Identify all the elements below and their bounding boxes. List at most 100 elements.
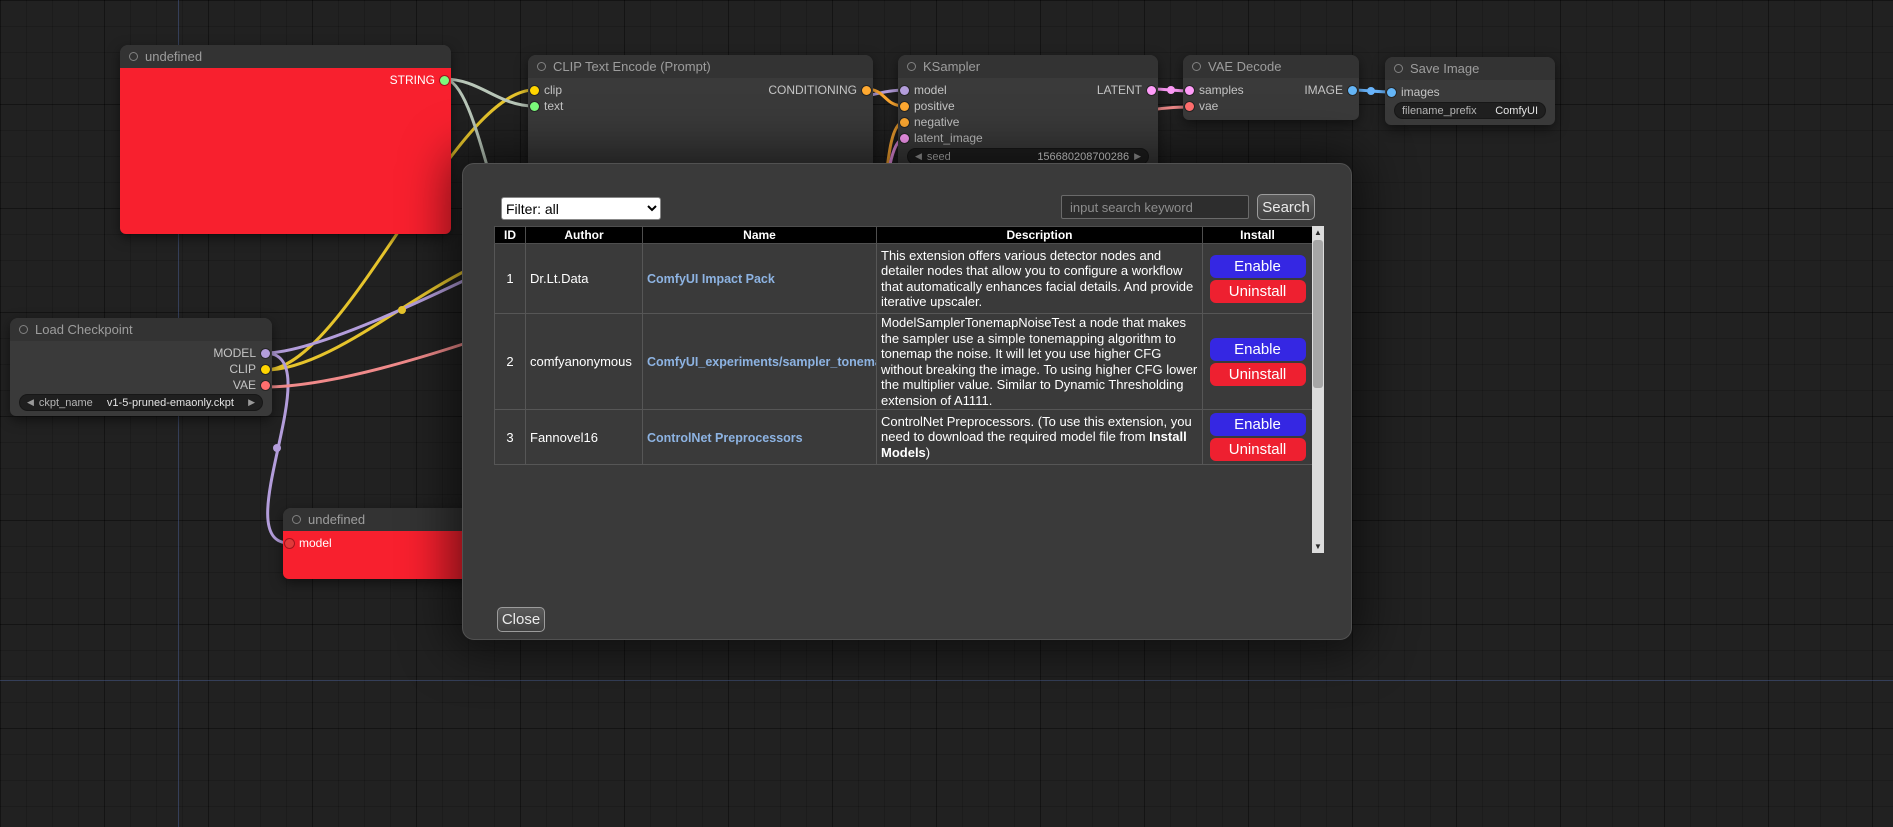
cell-description: ModelSamplerTonemapNoiseTest a node that… [877,314,1203,410]
node-title: KSampler [923,59,980,74]
input-slot-negative[interactable]: negative [898,114,1158,130]
node-body: images filename_prefix ComfyUI [1385,80,1555,125]
node-vae-decode[interactable]: VAE Decode samples vae IMAGE [1183,55,1359,120]
uninstall-button[interactable]: Uninstall [1210,438,1306,461]
cell-author: comfyanonymous [526,314,643,410]
input-slot-vae[interactable]: vae [1183,98,1359,114]
node-header[interactable]: Save Image [1385,57,1555,80]
node-body: STRING [120,68,451,234]
table-row: 2 comfyanonymous ComfyUI_experiments/sam… [495,314,1313,410]
node-header[interactable]: CLIP Text Encode (Prompt) [528,55,873,78]
collapse-dot-icon[interactable] [1394,64,1403,73]
uninstall-button[interactable]: Uninstall [1210,280,1306,303]
slot-dot-positive[interactable] [900,102,909,111]
enable-button[interactable]: Enable [1210,413,1306,436]
slot-dot-string[interactable] [440,76,449,85]
scroll-down-icon[interactable]: ▼ [1312,540,1324,553]
collapse-dot-icon[interactable] [19,325,28,334]
node-header[interactable]: VAE Decode [1183,55,1359,78]
node-body: model [283,531,483,579]
output-slot-string[interactable]: STRING [388,72,451,88]
slot-dot-negative[interactable] [900,118,909,127]
scroll-up-icon[interactable]: ▲ [1312,226,1324,239]
slot-dot-samples[interactable] [1185,86,1194,95]
slot-dot-clip[interactable] [530,86,539,95]
input-slot-model[interactable]: model [283,535,483,551]
input-slot-text[interactable]: text [528,98,873,114]
wire-midpoint-dot [398,306,406,314]
node-title: Load Checkpoint [35,322,133,337]
extension-link[interactable]: ComfyUI Impact Pack [647,272,775,286]
cell-id: 2 [495,314,526,410]
node-header[interactable]: undefined [283,508,483,531]
slot-dot-vae[interactable] [1185,102,1194,111]
output-slot-model[interactable]: MODEL [211,345,272,361]
node-title: undefined [308,512,365,527]
scrollbar-thumb[interactable] [1313,240,1323,388]
slot-dot-model-in[interactable] [285,539,294,548]
slot-dot-latent-image[interactable] [900,134,909,143]
ckpt-name-widget[interactable]: ◀ ckpt_name v1-5-pruned-emaonly.ckpt ▶ [19,394,263,411]
node-load-checkpoint[interactable]: Load Checkpoint MODEL CLIP VAE ◀ ckp [10,318,272,416]
output-slot-conditioning[interactable]: CONDITIONING [766,82,873,98]
slot-dot-latent[interactable] [1147,86,1156,95]
search-input[interactable] [1061,195,1249,219]
output-slot-image[interactable]: IMAGE [1302,82,1359,98]
node-header[interactable]: KSampler [898,55,1158,78]
slot-dot-model-out[interactable] [261,349,270,358]
node-header[interactable]: undefined [120,45,451,68]
node-save-image[interactable]: Save Image images filename_prefix ComfyU… [1385,57,1555,125]
cell-description: ControlNet Preprocessors. (To use this e… [877,410,1203,465]
node-clip-text-encode[interactable]: CLIP Text Encode (Prompt) clip text COND… [528,55,873,180]
enable-button[interactable]: Enable [1210,255,1306,278]
output-slot-vae-out[interactable]: VAE [211,377,272,393]
header-id: ID [495,227,526,244]
header-name: Name [643,227,877,244]
node-title: CLIP Text Encode (Prompt) [553,59,711,74]
slot-dot-image[interactable] [1348,86,1357,95]
output-slot-clip[interactable]: CLIP [211,361,272,377]
uninstall-button[interactable]: Uninstall [1210,363,1306,386]
decrement-arrow-icon[interactable]: ◀ [915,152,922,161]
input-slot-images[interactable]: images [1385,84,1555,100]
increment-arrow-icon[interactable]: ▶ [1134,152,1141,161]
decrement-arrow-icon[interactable]: ◀ [27,398,34,407]
cell-author: Dr.Lt.Data [526,244,643,314]
header-author: Author [526,227,643,244]
slot-dot-conditioning[interactable] [862,86,871,95]
extension-link[interactable]: ControlNet Preprocessors [647,431,803,445]
output-slot-latent[interactable]: LATENT [1095,82,1158,98]
header-install: Install [1203,227,1313,244]
table-scrollbar[interactable]: ▲ ▼ [1312,226,1324,553]
install-custom-nodes-dialog: Filter: all Search ID Author Name Descri… [462,163,1352,640]
increment-arrow-icon[interactable]: ▶ [248,398,255,407]
wire-midpoint-dot [1367,87,1375,95]
input-slot-latent-image[interactable]: latent_image [898,130,1158,146]
search-button[interactable]: Search [1257,194,1315,220]
filter-select[interactable]: Filter: all [501,197,661,220]
slot-dot-model[interactable] [900,86,909,95]
node-undefined-bottom[interactable]: undefined model [283,508,483,579]
extension-link[interactable]: ComfyUI_experiments/sampler_tonemap [647,355,877,369]
input-slot-positive[interactable]: positive [898,98,1158,114]
node-header[interactable]: Load Checkpoint [10,318,272,341]
node-undefined-top[interactable]: undefined STRING [120,45,451,234]
collapse-dot-icon[interactable] [292,515,301,524]
table-row: 3 Fannovel16 ControlNet Preprocessors Co… [495,410,1313,465]
slot-dot-vae-out[interactable] [261,381,270,390]
wire-string-to-text [444,79,534,106]
filename-prefix-widget[interactable]: filename_prefix ComfyUI [1394,102,1546,119]
extensions-table: ID Author Name Description Install 1 Dr.… [494,226,1313,465]
slot-dot-text[interactable] [530,102,539,111]
node-title: VAE Decode [1208,59,1281,74]
close-button[interactable]: Close [497,607,545,632]
node-title: undefined [145,49,202,64]
enable-button[interactable]: Enable [1210,338,1306,361]
collapse-dot-icon[interactable] [129,52,138,61]
collapse-dot-icon[interactable] [907,62,916,71]
wire-midpoint-dot [1167,86,1175,94]
slot-dot-images[interactable] [1387,88,1396,97]
collapse-dot-icon[interactable] [1192,62,1201,71]
slot-dot-clip-out[interactable] [261,365,270,374]
collapse-dot-icon[interactable] [537,62,546,71]
